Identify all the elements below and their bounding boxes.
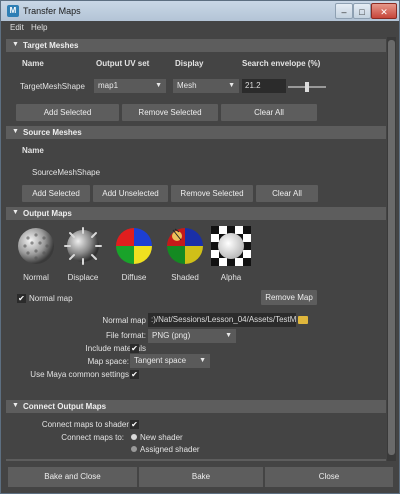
menu-edit[interactable]: Edit: [10, 23, 24, 32]
thumb-label-diffuse: Diffuse: [121, 273, 147, 282]
target-col-search: Search envelope (%): [242, 59, 321, 68]
thumb-label-normal: Normal: [23, 273, 49, 282]
dropdown-arrow-icon: ▼: [228, 82, 235, 89]
target-remove-selected-button[interactable]: Remove Selected: [122, 104, 218, 121]
shaded-map-icon[interactable]: [165, 226, 205, 266]
dropdown-arrow-icon: ▼: [155, 82, 162, 89]
close-button[interactable]: Close: [265, 467, 393, 487]
normal-map-label: Normal map: [29, 294, 73, 303]
target-clear-all-button[interactable]: Clear All: [221, 104, 317, 121]
target-col-name: Name: [22, 59, 44, 68]
target-add-selected-button[interactable]: Add Selected: [16, 104, 119, 121]
file-format-label: File format:: [105, 331, 146, 340]
source-add-unselected-button[interactable]: Add Unselected: [93, 185, 168, 202]
new-shader-label: New shader: [140, 433, 183, 442]
thumb-label-shaded: Shaded: [171, 273, 199, 282]
source-meshes-header[interactable]: ▼ Source Meshes: [6, 126, 386, 139]
menu-bar: Edit Help: [1, 21, 399, 35]
transfer-maps-window: M Transfer Maps – □ ✕ Edit Help ▼ Target…: [0, 0, 400, 494]
folder-icon[interactable]: [298, 316, 308, 324]
content-panel: ▼ Target Meshes Name Output UV set Displ…: [6, 37, 386, 461]
map-space-value: Tangent space: [134, 356, 187, 365]
include-materials-checkbox[interactable]: ✔: [130, 344, 139, 353]
connect-output-maps-header[interactable]: ▼ Connect Output Maps: [6, 400, 386, 413]
target-col-display: Display: [175, 59, 204, 68]
uv-set-dropdown[interactable]: map1 ▼: [94, 79, 166, 93]
normal-map-checkbox[interactable]: ✔: [17, 294, 26, 303]
alpha-map-icon[interactable]: [211, 226, 251, 266]
use-maya-common-checkbox[interactable]: ✔: [130, 370, 139, 379]
connect-output-maps-title: Connect Output Maps: [23, 402, 107, 411]
map-space-dropdown[interactable]: Tangent space ▼: [130, 354, 210, 368]
diffuse-map-icon[interactable]: [114, 226, 154, 266]
map-space-label: Map space:: [87, 357, 129, 366]
normal-map-path-input[interactable]: :)/Nat/Sessions/Lesson_04/Assets/TestMap…: [148, 313, 296, 327]
assigned-shader-label: Assigned shader: [140, 445, 200, 454]
displace-map-icon[interactable]: [63, 226, 103, 266]
radio-assigned-shader[interactable]: [131, 446, 137, 452]
remove-map-button[interactable]: Remove Map: [261, 290, 317, 305]
collapse-triangle-icon: ▼: [12, 41, 19, 48]
normal-map-icon[interactable]: [16, 226, 56, 266]
output-maps-title: Output Maps: [23, 209, 72, 218]
target-meshes-title: Target Meshes: [23, 41, 79, 50]
scrollbar-thumb[interactable]: [388, 40, 395, 455]
bake-and-close-button[interactable]: Bake and Close: [8, 467, 137, 487]
connect-maps-shader-checkbox[interactable]: ✔: [130, 420, 139, 429]
close-window-button[interactable]: ✕: [371, 3, 397, 19]
source-col-name: Name: [22, 146, 44, 155]
target-mesh-name: TargetMeshShape: [20, 82, 85, 91]
vertical-scrollbar[interactable]: [387, 37, 396, 461]
bake-button[interactable]: Bake: [139, 467, 263, 487]
use-maya-common-label: Use Maya common settings: [30, 370, 129, 379]
connect-maps-shader-label: Connect maps to shader: [41, 420, 129, 429]
target-col-uv: Output UV set: [96, 59, 150, 68]
search-envelope-slider-handle[interactable]: [305, 82, 310, 92]
display-dropdown[interactable]: Mesh ▼: [173, 79, 239, 93]
source-meshes-title: Source Meshes: [23, 128, 82, 137]
collapse-triangle-icon: ▼: [12, 402, 19, 409]
search-envelope-input[interactable]: 21.2: [242, 79, 286, 93]
file-format-dropdown[interactable]: PNG (png) ▼: [148, 329, 236, 343]
dropdown-arrow-icon: ▼: [225, 332, 232, 339]
thumb-label-displace: Displace: [67, 273, 99, 282]
source-mesh-name: SourceMeshShape: [32, 168, 101, 177]
window-title: Transfer Maps: [23, 6, 81, 16]
file-format-value: PNG (png): [152, 331, 191, 340]
target-meshes-header[interactable]: ▼ Target Meshes: [6, 39, 386, 52]
title-bar[interactable]: M Transfer Maps – □ ✕: [1, 1, 399, 21]
minimize-button[interactable]: –: [335, 3, 353, 19]
output-maps-header[interactable]: ▼ Output Maps: [6, 207, 386, 220]
display-value: Mesh: [177, 81, 197, 90]
collapse-triangle-icon: ▼: [12, 209, 19, 216]
menu-help[interactable]: Help: [31, 23, 47, 32]
radio-new-shader[interactable]: [131, 434, 137, 440]
normal-map-path-label: Normal map: [102, 316, 146, 325]
thumb-label-alpha: Alpha: [220, 273, 242, 282]
source-add-selected-button[interactable]: Add Selected: [22, 185, 90, 202]
maximize-button[interactable]: □: [353, 3, 371, 19]
connect-maps-to-label: Connect maps to:: [61, 433, 124, 442]
collapse-triangle-icon: ▼: [12, 128, 19, 135]
uv-set-value: map1: [98, 81, 119, 90]
next-section-header[interactable]: [6, 459, 386, 461]
source-clear-all-button[interactable]: Clear All: [256, 185, 318, 202]
source-remove-selected-button[interactable]: Remove Selected: [171, 185, 253, 202]
dropdown-arrow-icon: ▼: [199, 357, 206, 364]
maya-app-icon: M: [7, 5, 19, 17]
